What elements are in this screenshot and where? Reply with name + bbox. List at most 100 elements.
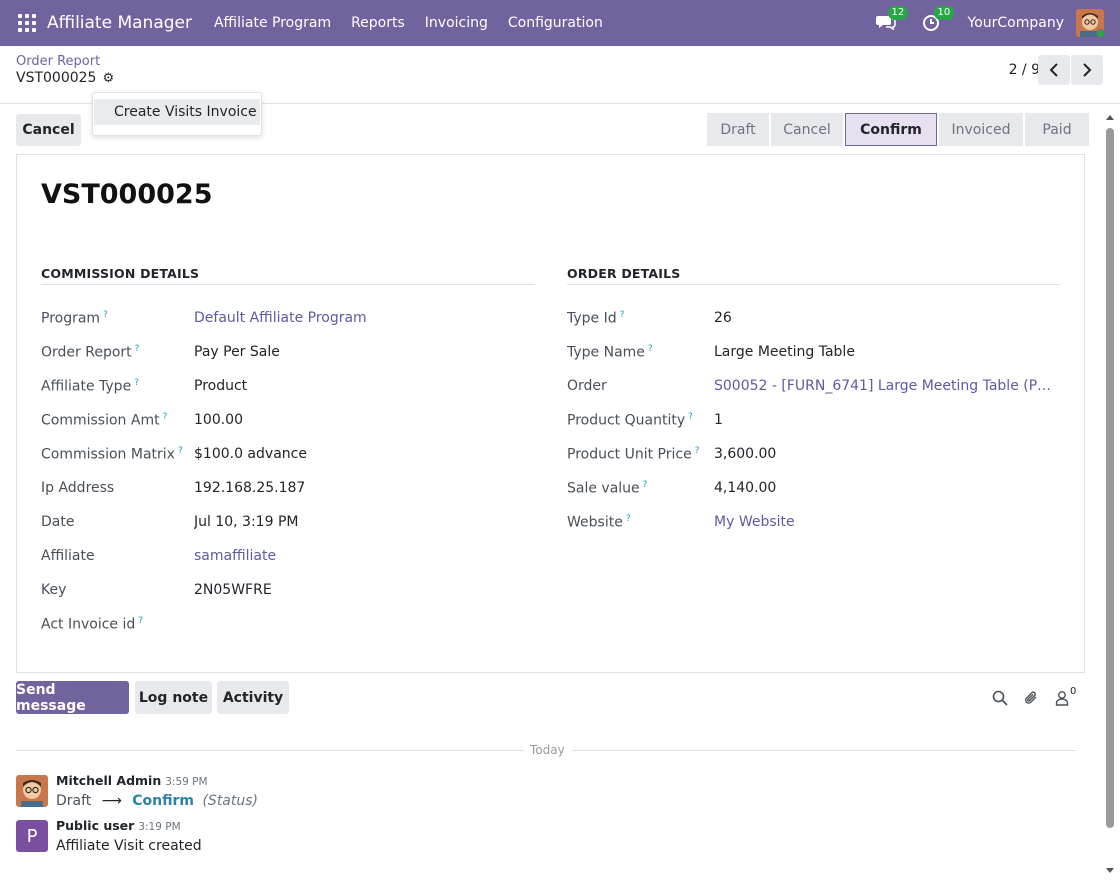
scrollbar-thumb[interactable]: [1106, 128, 1114, 828]
menu-reports[interactable]: Reports: [351, 15, 405, 31]
activities-badge: 10: [933, 6, 955, 20]
field-label-act-invoice-id: Act Invoice id?: [41, 616, 144, 633]
field-commission-amt[interactable]: 100.00: [194, 412, 524, 428]
paperclip-icon[interactable]: [1021, 688, 1041, 708]
breadcrumb-order-report[interactable]: Order Report: [16, 54, 100, 69]
order-details-heading: ORDER DETAILS: [567, 266, 681, 281]
order-divider: [567, 284, 1061, 285]
field-label-commission-matrix: Commission Matrix?: [41, 446, 183, 463]
user-avatar[interactable]: [1076, 9, 1104, 37]
field-sale-value[interactable]: 4,140.00: [714, 480, 1054, 496]
create-visits-invoice-item[interactable]: Create Visits Invoice: [94, 99, 260, 125]
tracking-new-value: Confirm: [132, 793, 195, 809]
field-program[interactable]: Default Affiliate Program: [194, 310, 524, 326]
help-icon[interactable]: ?: [103, 310, 108, 320]
gear-icon[interactable]: ⚙: [102, 71, 114, 86]
scroll-down-arrow-icon[interactable]: [1104, 866, 1116, 876]
pager-next-button[interactable]: [1071, 55, 1103, 85]
stage-paid[interactable]: Paid: [1025, 113, 1089, 146]
commission-divider: [41, 284, 535, 285]
field-product-quantity[interactable]: 1: [714, 412, 1054, 428]
help-icon[interactable]: ?: [626, 514, 631, 524]
tracking-field-name: (Status): [202, 793, 259, 809]
help-icon[interactable]: ?: [178, 446, 183, 456]
field-affiliate-type[interactable]: Product: [194, 378, 524, 394]
activity-button[interactable]: Activity: [217, 681, 289, 714]
arrow-right-icon: ⟶: [101, 793, 122, 809]
log-note-button[interactable]: Log note: [135, 681, 212, 714]
activity-clock-icon[interactable]: 10: [922, 6, 955, 34]
search-icon[interactable]: [990, 688, 1010, 708]
app-brand[interactable]: Affiliate Manager: [47, 13, 192, 33]
field-label-sale-value: Sale value?: [567, 480, 648, 497]
pager-value[interactable]: 2 / 9: [1009, 62, 1040, 78]
messaging-icon[interactable]: 12: [875, 6, 909, 34]
company-switcher[interactable]: YourCompany: [968, 15, 1065, 31]
followers-count: 0: [1070, 686, 1077, 697]
field-type-name[interactable]: Large Meeting Table: [714, 344, 1054, 360]
message-time: 3:59 PM: [165, 776, 208, 788]
message-author-avatar[interactable]: [16, 775, 48, 807]
apps-menu-icon[interactable]: [18, 14, 36, 32]
field-label-program: Program?: [41, 310, 108, 327]
menu-configuration[interactable]: Configuration: [508, 15, 603, 31]
stage-draft[interactable]: Draft: [707, 113, 769, 146]
field-label-ip-address: Ip Address: [41, 480, 115, 496]
message-time: 3:19 PM: [138, 821, 181, 833]
help-icon[interactable]: ?: [135, 344, 140, 354]
field-label-website: Website?: [567, 514, 631, 531]
help-icon[interactable]: ?: [138, 616, 143, 626]
help-icon[interactable]: ?: [688, 412, 693, 422]
field-order-report[interactable]: Pay Per Sale: [194, 344, 524, 360]
cancel-button[interactable]: Cancel: [16, 114, 81, 146]
menu-affiliate-program[interactable]: Affiliate Program: [214, 15, 331, 31]
tracking-old-value: Draft: [56, 793, 92, 809]
chevron-left-icon: [1049, 63, 1058, 77]
field-type-id[interactable]: 26: [714, 310, 1054, 326]
form-sheet: VST000025 COMMISSION DETAILS ORDER DETAI…: [16, 154, 1085, 673]
field-order[interactable]: S00052 - [FURN_6741] Large Meeting Table…: [714, 378, 1054, 394]
field-affiliate[interactable]: samaffiliate: [194, 548, 524, 564]
field-label-product-quantity: Product Quantity?: [567, 412, 693, 429]
field-date[interactable]: Jul 10, 3:19 PM: [194, 514, 524, 530]
message-tracking-body: Draft ⟶ Confirm (Status): [56, 793, 258, 809]
statusbar: Draft Cancel Confirm Invoiced Paid: [707, 113, 1091, 146]
stage-invoiced[interactable]: Invoiced: [939, 113, 1023, 146]
date-divider-label: Today: [530, 743, 565, 757]
help-icon[interactable]: ?: [648, 344, 653, 354]
help-icon[interactable]: ?: [695, 446, 700, 456]
message-author: Public user 3:19 PM: [56, 818, 181, 833]
navbar-systray: 12 10 YourCompany: [875, 0, 1104, 46]
message-body: Affiliate Visit created: [56, 838, 202, 854]
field-ip-address[interactable]: 192.168.25.187: [194, 480, 524, 496]
field-label-key: Key: [41, 582, 67, 598]
breadcrumb-current-record: VST000025 ⚙: [16, 70, 114, 86]
field-label-type-name: Type Name?: [567, 344, 653, 361]
send-message-button[interactable]: Send message: [16, 681, 129, 714]
page-scrollbar[interactable]: [1104, 110, 1116, 880]
scroll-up-arrow-icon[interactable]: [1104, 112, 1116, 122]
help-icon[interactable]: ?: [134, 378, 139, 388]
field-label-affiliate: Affiliate: [41, 548, 95, 564]
menu-invoicing[interactable]: Invoicing: [425, 15, 488, 31]
commission-details-heading: COMMISSION DETAILS: [41, 266, 200, 281]
help-icon[interactable]: ?: [620, 310, 625, 320]
date-divider-line-left: [16, 750, 524, 751]
help-icon[interactable]: ?: [643, 480, 648, 490]
messages-badge: 12: [887, 6, 909, 20]
stage-cancel[interactable]: Cancel: [771, 113, 843, 146]
field-website[interactable]: My Website: [714, 514, 1054, 530]
pager-previous-button[interactable]: [1038, 55, 1070, 85]
field-key[interactable]: 2N05WFRE: [194, 582, 524, 598]
message-author-avatar[interactable]: P: [16, 820, 48, 852]
date-divider-line-right: [572, 750, 1077, 751]
online-status-dot: [1096, 29, 1104, 37]
field-commission-matrix[interactable]: $100.0 advance: [194, 446, 524, 462]
followers-icon[interactable]: [1052, 688, 1072, 708]
stage-confirm[interactable]: Confirm: [845, 113, 937, 146]
help-icon[interactable]: ?: [163, 412, 168, 422]
field-label-date: Date: [41, 514, 75, 530]
field-label-product-unit-price: Product Unit Price?: [567, 446, 700, 463]
field-product-unit-price[interactable]: 3,600.00: [714, 446, 1054, 462]
record-title: VST000025: [41, 179, 213, 210]
